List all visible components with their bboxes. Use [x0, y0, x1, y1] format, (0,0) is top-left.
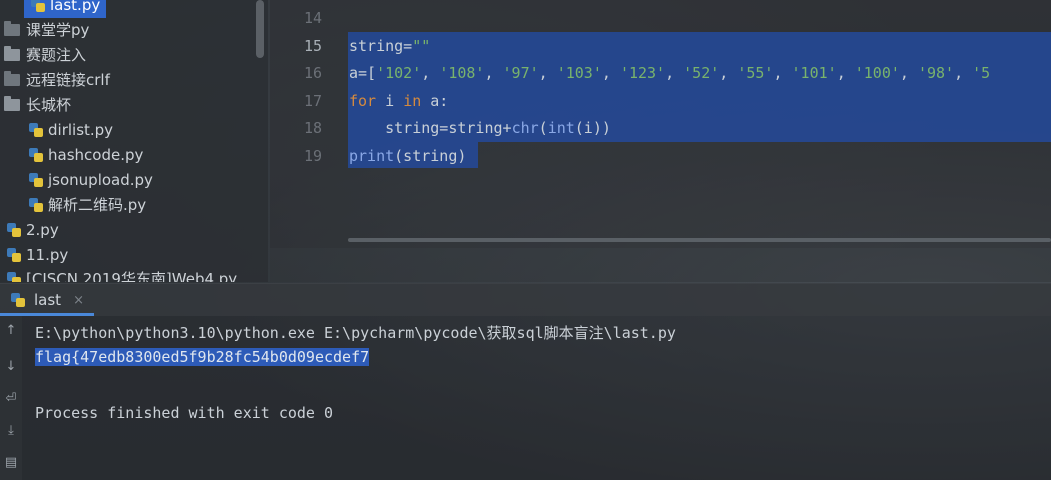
folder-icon: [4, 71, 20, 86]
tree-item-label: last.py: [50, 0, 101, 14]
tree-item-11-py[interactable]: 11.py: [6, 243, 68, 268]
editor-horizontal-scrollbar[interactable]: [348, 238, 1051, 242]
tree-folder-saiti[interactable]: 赛题注入: [4, 43, 86, 68]
python-file-icon: [28, 122, 44, 138]
tree-item-2-py[interactable]: 2.py: [6, 218, 59, 243]
console-output-flag: flag{47edb8300ed5f9b28fc54b0d09ecdef7: [35, 348, 370, 366]
tree-folder-changchengbei[interactable]: 长城杯: [4, 93, 71, 118]
run-tab-label: last: [34, 291, 62, 309]
tree-item-label: 课堂学py: [26, 21, 90, 39]
python-file-icon: [30, 0, 46, 13]
code-line-15: string="": [349, 37, 431, 55]
python-file-icon: [28, 172, 44, 188]
tree-item-label: jsonupload.py: [48, 171, 153, 189]
console-toolbar: ↑ ↓ ⏎ ⤓ ▤: [0, 316, 22, 480]
code-line-18: string=string+chr(int(i)): [349, 119, 611, 137]
python-file-icon: [6, 247, 22, 263]
python-file-icon: [6, 222, 22, 238]
python-file-icon: [6, 271, 22, 282]
line-number-gutter: 14 15 16 17 18 19: [270, 0, 338, 248]
scroll-to-end-icon[interactable]: ⤓: [3, 424, 19, 438]
code-line-17: for i in a:: [349, 92, 449, 110]
print-icon[interactable]: ▤: [3, 456, 19, 470]
python-file-icon: [28, 197, 44, 213]
soft-wrap-icon[interactable]: ⏎: [3, 392, 19, 406]
console-exit-message: Process finished with exit code 0: [35, 404, 334, 422]
tree-item-label: [CISCN 2019华东南]Web4.py: [26, 270, 238, 282]
close-icon[interactable]: ×: [73, 293, 84, 308]
up-arrow-icon[interactable]: ↑: [3, 324, 19, 338]
tree-item-qrcode[interactable]: 解析二维码.py: [28, 193, 146, 218]
tree-item-last-py[interactable]: last.py: [24, 0, 107, 18]
tree-item-label: hashcode.py: [48, 146, 144, 164]
python-file-icon: [28, 147, 44, 163]
console-command-line: E:\python\python3.10\python.exe E:\pycha…: [35, 324, 676, 342]
down-arrow-icon[interactable]: ↓: [3, 360, 19, 374]
run-console[interactable]: ↑ ↓ ⏎ ⤓ ▤ E:\python\python3.10\python.ex…: [0, 316, 1051, 480]
folder-icon: [4, 46, 20, 61]
folder-icon: [4, 96, 20, 111]
code-line-19: print(string): [349, 147, 467, 165]
tree-item-ciscn[interactable]: [CISCN 2019华东南]Web4.py: [6, 267, 237, 282]
tree-folder-crlf[interactable]: 远程链接crlf: [4, 68, 110, 93]
tree-item-label: dirlist.py: [48, 121, 114, 139]
line-number: 18: [303, 119, 322, 137]
tree-scrollbar[interactable]: [256, 0, 264, 58]
tree-item-label: 赛题注入: [26, 46, 87, 64]
tree-item-label: 远程链接crlf: [26, 71, 110, 89]
folder-icon: [4, 21, 20, 36]
tree-item-hashcode[interactable]: hashcode.py: [28, 143, 143, 168]
run-tool-window-header: last ×: [0, 283, 1051, 316]
tree-item-jsonupload[interactable]: jsonupload.py: [28, 168, 153, 193]
editor-footer: [270, 248, 1051, 282]
tree-item-label: 2.py: [26, 221, 59, 239]
line-number: 19: [303, 147, 322, 165]
tree-item-label: 11.py: [26, 246, 69, 264]
code-editor[interactable]: 14 15 16 17 18 19 string="" a=['102', '1…: [270, 0, 1051, 248]
line-number: 17: [303, 92, 322, 110]
line-number: 16: [303, 64, 322, 82]
project-tree: last.py 课堂学py 赛题注入 远程链接crlf 长城杯 dirlist.…: [0, 0, 268, 282]
tree-item-label: 解析二维码.py: [48, 196, 147, 214]
code-line-16: a=['102', '108', '97', '103', '123', '52…: [349, 64, 991, 82]
tree-item-label: 长城杯: [26, 96, 72, 114]
python-run-icon: [10, 292, 26, 308]
run-tab-last[interactable]: last ×: [0, 284, 96, 316]
line-number: 14: [303, 9, 322, 27]
line-number-current: 15: [303, 37, 322, 55]
tree-folder-keitang[interactable]: 课堂学py: [4, 18, 89, 43]
tree-item-dirlist[interactable]: dirlist.py: [28, 118, 113, 143]
